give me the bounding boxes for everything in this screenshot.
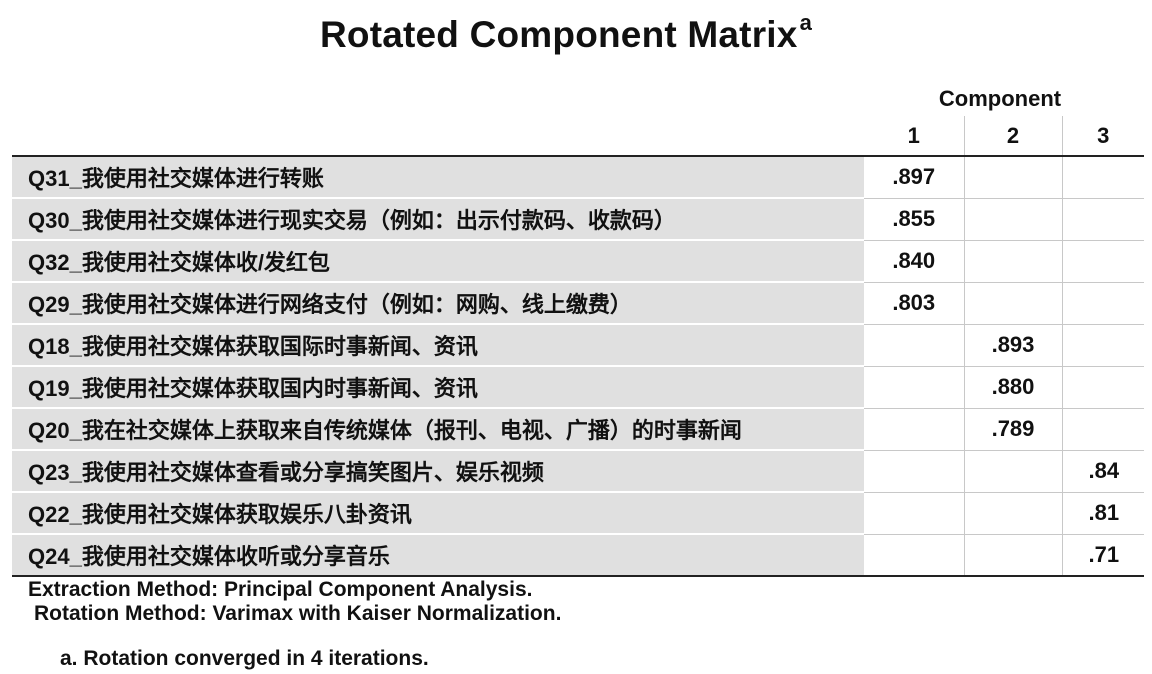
- loading-cell: [1061, 282, 1144, 325]
- loading-cell: [1061, 240, 1144, 283]
- table-row: Q22_我使用社交媒体获取娱乐八卦资讯 .81: [12, 492, 1144, 535]
- table-row: Q30_我使用社交媒体进行现实交易（例如：出示付款码、收款码） .855: [12, 198, 1144, 241]
- row-label: Q30_我使用社交媒体进行现实交易（例如：出示付款码、收款码）: [12, 198, 864, 241]
- row-label: Q29_我使用社交媒体进行网络支付（例如：网购、线上缴费）: [12, 282, 864, 325]
- loading-cell: [963, 450, 1062, 493]
- loading-cell: [864, 492, 964, 535]
- extraction-method-note: Extraction Method: Principal Component A…: [28, 578, 533, 601]
- row-label: Q23_我使用社交媒体查看或分享搞笑图片、娱乐视频: [12, 450, 864, 493]
- table-title-text: Rotated Component Matrix: [319, 14, 798, 55]
- table-row: Q19_我使用社交媒体获取国内时事新闻、资讯 .880: [12, 366, 1144, 409]
- loading-cell: .81: [1061, 492, 1144, 535]
- loading-cell: [864, 324, 964, 367]
- loading-cell: [963, 198, 1062, 241]
- loading-cell: [1061, 156, 1144, 199]
- row-label: Q20_我在社交媒体上获取来自传统媒体（报刊、电视、广播）的时事新闻: [12, 408, 864, 451]
- row-label-header: [12, 116, 864, 156]
- loading-cell: [963, 282, 1062, 325]
- component-matrix-table: 1 2 3 Q31_我使用社交媒体进行转账 .897 Q30_我使用社交媒体进行…: [12, 116, 1144, 577]
- column-header-1: 1: [907, 122, 920, 148]
- method-footnotes: Extraction Method: Principal Component A…: [28, 578, 561, 626]
- table-row: Q23_我使用社交媒体查看或分享搞笑图片、娱乐视频 .84: [12, 450, 1144, 493]
- loading-cell: [963, 156, 1062, 199]
- loading-cell: [1061, 324, 1144, 367]
- table-row: Q20_我在社交媒体上获取来自传统媒体（报刊、电视、广播）的时事新闻 .789: [12, 408, 1144, 451]
- loading-cell: .789: [963, 408, 1062, 451]
- column-header-3: 3: [1061, 116, 1144, 156]
- rotation-method-note: Rotation Method: Varimax with Kaiser Nor…: [34, 602, 562, 625]
- table-row: Q32_我使用社交媒体收/发红包 .840: [12, 240, 1144, 283]
- table-row: Q31_我使用社交媒体进行转账 .897: [12, 156, 1144, 199]
- loading-cell: .84: [1061, 450, 1144, 493]
- loading-cell: .855: [864, 198, 964, 241]
- title-footnote-marker: a: [799, 10, 813, 35]
- loading-cell: .880: [963, 366, 1062, 409]
- loading-cell: [864, 534, 964, 577]
- footnote-a: a. Rotation converged in 4 iterations.: [60, 647, 429, 670]
- row-label: Q18_我使用社交媒体获取国际时事新闻、资讯: [12, 324, 864, 367]
- loading-cell: [864, 450, 964, 493]
- loading-cell: .897: [864, 156, 964, 199]
- table-title: Rotated Component Matrixa: [0, 10, 1132, 56]
- loading-cell: .71: [1061, 534, 1144, 577]
- row-label: Q19_我使用社交媒体获取国内时事新闻、资讯: [12, 366, 864, 409]
- row-label: Q24_我使用社交媒体收听或分享音乐: [12, 534, 864, 577]
- column-header-2: 2: [963, 116, 1062, 156]
- table-row: Q18_我使用社交媒体获取国际时事新闻、资讯 .893: [12, 324, 1144, 367]
- table-body: Q31_我使用社交媒体进行转账 .897 Q30_我使用社交媒体进行现实交易（例…: [12, 156, 1144, 577]
- loading-cell: .803: [864, 282, 964, 325]
- loading-cell: [1061, 408, 1144, 451]
- table-header: 1 2 3: [12, 116, 1144, 156]
- loading-cell: [963, 240, 1062, 283]
- row-label: Q22_我使用社交媒体获取娱乐八卦资讯: [12, 492, 864, 535]
- loading-cell: [864, 408, 964, 451]
- loading-cell: [963, 492, 1062, 535]
- loading-cell: [1061, 198, 1144, 241]
- loading-cell: [1061, 366, 1144, 409]
- table-row: Q24_我使用社交媒体收听或分享音乐 .71: [12, 534, 1144, 577]
- column-number-row: 1 2 3: [12, 116, 1144, 156]
- row-label: Q31_我使用社交媒体进行转账: [12, 156, 864, 199]
- component-header: Component: [938, 86, 1062, 111]
- loading-cell: .893: [963, 324, 1062, 367]
- loading-cell: [864, 366, 964, 409]
- row-label: Q32_我使用社交媒体收/发红包: [12, 240, 864, 283]
- table-row: Q29_我使用社交媒体进行网络支付（例如：网购、线上缴费） .803: [12, 282, 1144, 325]
- loading-cell: .840: [864, 240, 964, 283]
- loading-cell: [963, 534, 1062, 577]
